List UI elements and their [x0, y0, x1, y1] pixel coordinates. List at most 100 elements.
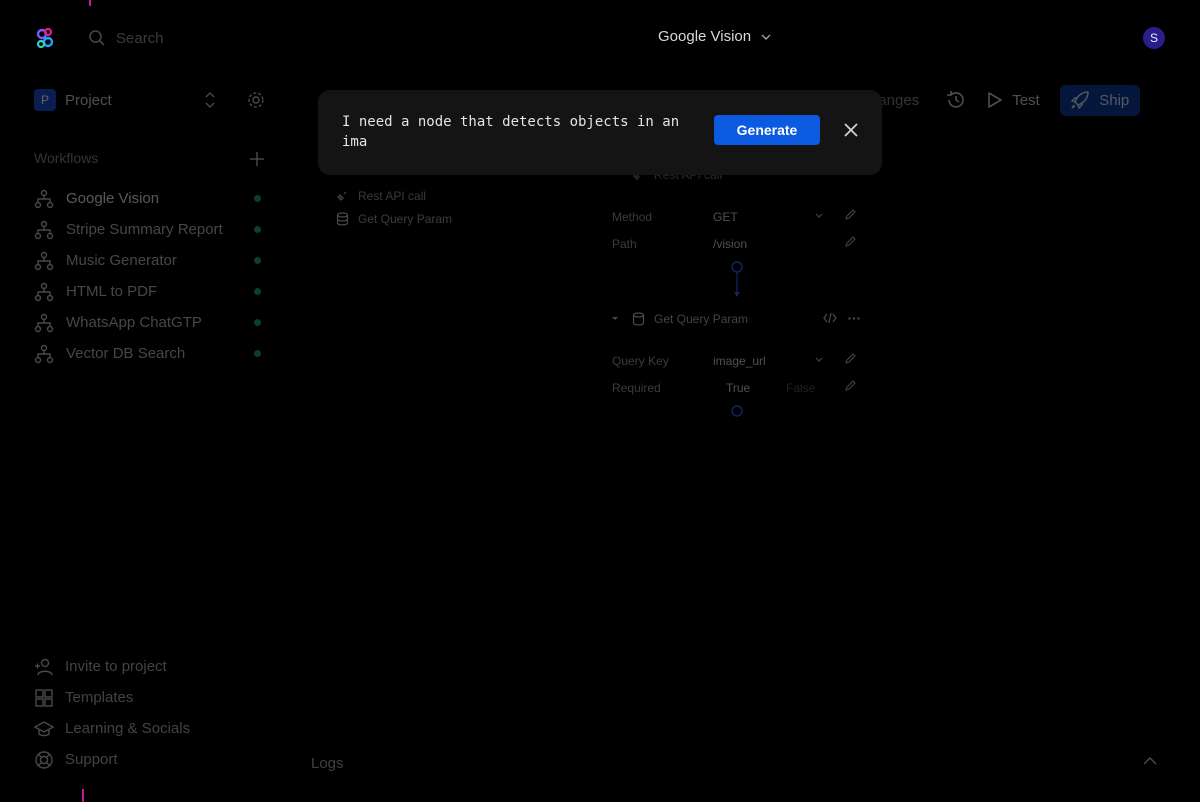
workflow-item-html-to-pdf[interactable]: HTML to PDF: [34, 276, 266, 307]
workflow-list: Google Vision Stripe Summary Report Musi…: [34, 183, 266, 369]
status-dot: [254, 319, 261, 326]
path-label: Path: [612, 237, 637, 251]
close-icon[interactable]: [842, 121, 860, 139]
status-dot: [254, 350, 261, 357]
workflow-item-vector-db-search[interactable]: Vector DB Search: [34, 338, 266, 369]
support-link[interactable]: Support: [34, 744, 266, 775]
learning-socials-link[interactable]: Learning & Socials: [34, 713, 266, 744]
node-list-label: Rest API call: [358, 188, 427, 203]
workflow-icon: [34, 220, 54, 240]
node-connector: [729, 260, 745, 300]
search-icon: [88, 29, 106, 47]
workflow-item-music-generator[interactable]: Music Generator: [34, 245, 266, 276]
database-icon: [336, 211, 349, 226]
status-dot: [254, 195, 261, 202]
pencil-icon[interactable]: [844, 209, 856, 221]
history-icon[interactable]: [945, 89, 967, 111]
play-icon: [987, 91, 1003, 109]
database-icon: [632, 312, 645, 326]
app-logo-icon[interactable]: [34, 27, 56, 49]
search-box[interactable]: Search: [88, 26, 164, 50]
workflow-icon: [34, 344, 54, 364]
templates-label: Templates: [65, 689, 134, 706]
more-options-icon[interactable]: [848, 317, 860, 320]
status-dot: [254, 226, 261, 233]
pencil-icon[interactable]: [844, 353, 856, 365]
add-user-icon: [34, 657, 54, 677]
workflow-label: Vector DB Search: [66, 345, 186, 362]
node-get-query-param[interactable]: Get Query Param Query Key image_url Requ…: [612, 308, 860, 420]
query-key-label: Query Key: [612, 354, 669, 368]
workflow-icon: [34, 313, 54, 333]
method-label: Method: [612, 210, 653, 224]
ship-button[interactable]: Ship: [1059, 84, 1140, 116]
project-selector[interactable]: P Project: [34, 88, 274, 112]
query-key-select[interactable]: image_url: [713, 354, 766, 368]
chevron-down-icon: [751, 34, 771, 40]
top-edge-marker: [89, 0, 91, 6]
output-port[interactable]: [730, 404, 744, 418]
bottom-edge-marker: [82, 789, 84, 802]
rocket-icon: [1070, 90, 1090, 110]
chevron-updown-icon[interactable]: [204, 90, 216, 110]
test-label: Test: [1012, 91, 1040, 109]
node-list: Rest API call Get Query Param: [336, 184, 452, 230]
node-list-label: Get Query Param: [358, 211, 453, 226]
generate-button[interactable]: Generate: [714, 115, 820, 145]
path-value[interactable]: /vision: [713, 237, 747, 251]
invite-label: Invite to project: [65, 658, 167, 675]
workflow-label: Music Generator: [66, 252, 177, 269]
node-rest-api-call[interactable]: Rest API call Method GET Path /vision: [612, 160, 860, 260]
workflows-title: Workflows: [34, 150, 99, 166]
invite-to-project-link[interactable]: Invite to project: [34, 651, 266, 682]
ship-label: Ship: [1099, 91, 1130, 109]
workflow-icon: [34, 189, 54, 209]
status-dot: [254, 288, 261, 295]
search-input[interactable]: Search: [116, 30, 164, 47]
collapse-icon[interactable]: [612, 317, 618, 320]
workflow-label: WhatsApp ChatGTP: [66, 314, 202, 331]
workflows-header: Workflows: [34, 150, 266, 170]
chevron-up-icon[interactable]: [1143, 756, 1157, 765]
plus-icon[interactable]: [248, 150, 266, 168]
workflow-icon: [34, 251, 54, 271]
workflow-label: HTML to PDF: [66, 283, 158, 300]
graduation-cap-icon: [34, 719, 54, 739]
chevron-down-icon: [815, 357, 823, 362]
project-label: Project: [65, 91, 112, 109]
workflow-selector[interactable]: Google Vision: [658, 28, 771, 45]
node-list-item-rest-api[interactable]: Rest API call: [336, 184, 452, 207]
pencil-icon[interactable]: [844, 236, 856, 248]
pencil-icon[interactable]: [844, 380, 856, 392]
workflow-icon: [34, 282, 54, 302]
templates-link[interactable]: Templates: [34, 682, 266, 713]
workflow-item-stripe-summary-report[interactable]: Stripe Summary Report: [34, 214, 266, 245]
node-title: Get Query Param: [654, 312, 749, 326]
code-icon[interactable]: [823, 312, 837, 324]
project-badge: P: [34, 89, 56, 111]
required-false-toggle[interactable]: False: [786, 381, 815, 395]
required-label: Required: [612, 381, 661, 395]
lifebuoy-icon: [34, 750, 54, 770]
chevron-down-icon: [815, 213, 823, 218]
workflow-toolbar: nanges Test Ship: [870, 84, 1140, 116]
node-list-item-get-query-param[interactable]: Get Query Param: [336, 207, 452, 230]
bottom-nav: Invite to project Templates Learning & S…: [34, 651, 266, 775]
method-select[interactable]: GET: [713, 210, 738, 224]
grid-icon: [34, 688, 54, 708]
workflow-item-whatsapp-chatgtp[interactable]: WhatsApp ChatGTP: [34, 307, 266, 338]
test-button[interactable]: Test: [987, 91, 1040, 109]
logs-panel-title[interactable]: Logs: [311, 755, 344, 772]
workflow-label: Google Vision: [66, 190, 160, 207]
status-dot: [254, 257, 261, 264]
avatar[interactable]: S: [1143, 27, 1165, 49]
required-true-toggle[interactable]: True: [726, 381, 750, 395]
workflow-selector-label: Google Vision: [658, 28, 752, 45]
workflow-item-google-vision[interactable]: Google Vision: [34, 183, 266, 214]
prompt-input[interactable]: I need a node that detects objects in an…: [342, 112, 682, 152]
learning-label: Learning & Socials: [65, 720, 191, 737]
plug-icon: [336, 189, 349, 202]
gear-icon[interactable]: [246, 90, 266, 110]
support-label: Support: [65, 751, 118, 768]
generate-node-dialog: I need a node that detects objects in an…: [318, 90, 882, 175]
